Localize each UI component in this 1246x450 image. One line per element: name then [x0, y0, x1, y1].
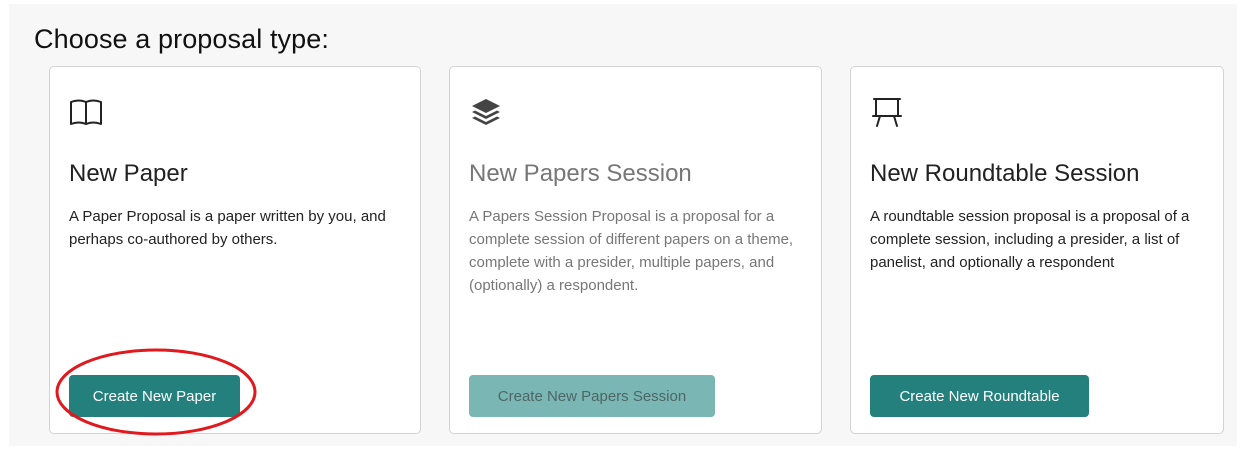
card-new-roundtable-session: New Roundtable Session A roundtable sess…: [850, 66, 1224, 434]
card-description: A roundtable session proposal is a propo…: [870, 208, 1190, 271]
card-title: New Roundtable Session: [870, 160, 1140, 187]
card-title: New Papers Session: [469, 160, 692, 187]
card-new-papers-session: New Papers Session A Papers Session Prop…: [449, 66, 822, 434]
layers-icon: [469, 95, 503, 129]
card-title: New Paper: [69, 160, 188, 187]
easel-icon: [870, 95, 904, 129]
card-new-paper: New Paper A Paper Proposal is a paper wr…: [49, 66, 421, 434]
card-description: A Papers Session Proposal is a proposal …: [469, 208, 794, 294]
card-description: A Paper Proposal is a paper written by y…: [69, 208, 386, 248]
page-heading: Choose a proposal type:: [34, 24, 329, 54]
create-new-paper-button[interactable]: Create New Paper: [69, 375, 240, 417]
create-new-roundtable-button[interactable]: Create New Roundtable: [870, 375, 1089, 417]
open-book-icon: [69, 95, 103, 129]
create-new-papers-session-button[interactable]: Create New Papers Session: [469, 375, 715, 417]
